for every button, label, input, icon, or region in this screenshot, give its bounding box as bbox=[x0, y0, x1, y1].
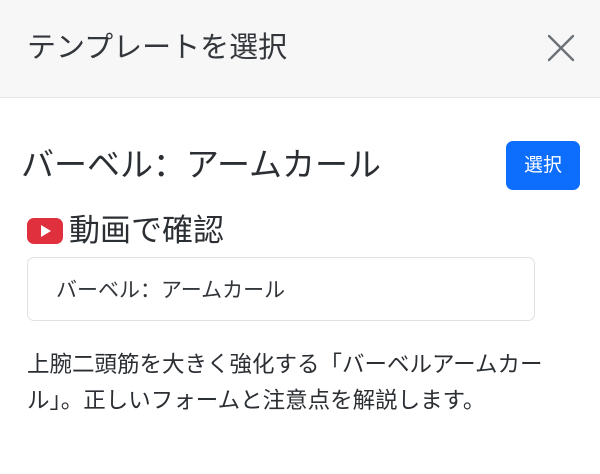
template-select-modal: テンプレートを選択 バーベル：アームカール 選択 動画で確認 上腕二頭筋を大きく… bbox=[0, 0, 600, 474]
close-button[interactable] bbox=[545, 32, 577, 64]
video-label: 動画で確認 bbox=[69, 213, 224, 249]
close-icon bbox=[547, 34, 575, 62]
template-name-field[interactable] bbox=[27, 257, 535, 321]
template-description: 上腕二頭筋を大きく強化する「バーベルアームカール」。正しいフォームと注意点を解説… bbox=[27, 352, 543, 414]
video-link[interactable]: 動画で確認 bbox=[27, 208, 224, 254]
template-title: バーベル：アームカール bbox=[21, 145, 382, 184]
youtube-icon bbox=[27, 218, 63, 244]
modal-title: テンプレートを選択 bbox=[27, 30, 288, 64]
modal-header: テンプレートを選択 bbox=[0, 0, 600, 98]
select-button[interactable]: 選択 bbox=[506, 141, 580, 190]
